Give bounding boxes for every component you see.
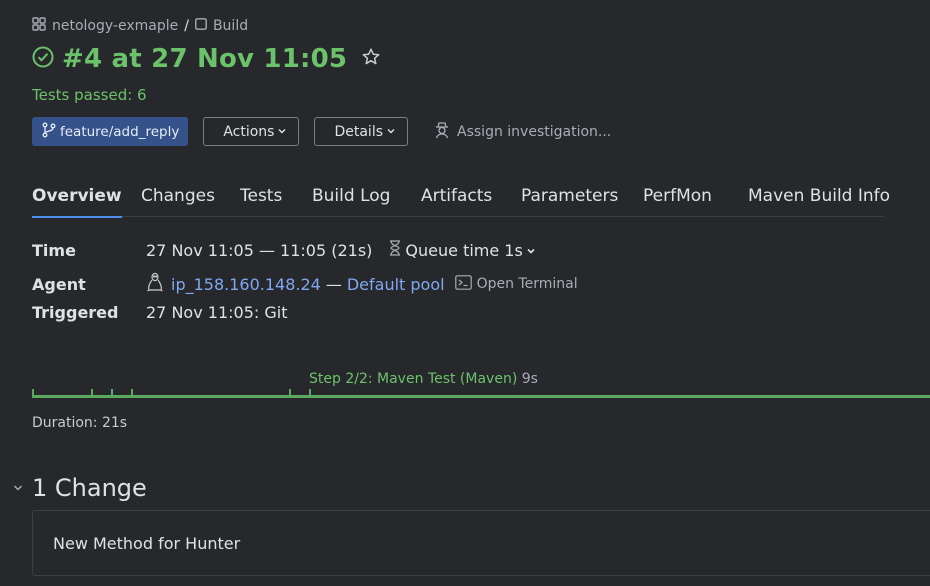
tab-changes[interactable]: Changes [141,186,215,206]
timeline-tick [91,389,93,395]
linux-icon [146,272,164,296]
queue-time-label: Queue time 1s [405,240,523,260]
open-terminal-button[interactable]: Open Terminal [454,274,578,294]
time-value: 27 Nov 11:05 — 11:05 (21s) [146,240,373,260]
chevron-down-icon [12,479,24,498]
time-row: Time 27 Nov 11:05 — 11:05 (21s) Queue ti… [32,240,536,260]
build-status-text[interactable]: Tests passed: 6 [32,86,147,104]
details-button-label: Details [334,123,384,140]
page-title: #4 at 27 Nov 11:05 [62,44,348,74]
actions-button[interactable]: Actions [203,117,300,146]
change-card[interactable]: New Method for Hunter [32,510,930,576]
timeline-tick [309,389,311,395]
breadcrumb-project-link[interactable]: netology-exmaple [52,18,178,34]
queue-time-toggle[interactable]: Queue time 1s [388,240,535,260]
agent-pool-link[interactable]: Default pool [347,275,445,294]
assign-investigation-label: Assign investigation... [457,123,612,140]
step-name: Step 2/2: Maven Test (Maven) [309,371,518,387]
details-button[interactable]: Details [314,117,409,146]
build-config-icon [195,18,207,34]
change-message: New Method for Hunter [53,534,241,553]
changes-heading: 1 Change [32,474,147,502]
tab-perfmon[interactable]: PerfMon [643,186,712,206]
hourglass-icon [388,240,402,260]
time-label: Time [32,240,76,260]
actions-button-label: Actions [223,123,275,140]
branch-badge[interactable]: feature/add_reply [32,117,189,146]
tab-tests[interactable]: Tests [240,186,282,206]
timeline-tick [289,389,291,395]
build-actions-row: feature/add_reply Actions Details Assign… [32,117,611,146]
triggered-label: Triggered [32,303,119,322]
tab-overview[interactable]: Overview [32,186,122,218]
project-icon [32,17,46,35]
chevron-down-icon [386,124,396,140]
triggered-value: 27 Nov 11:05: Git [146,303,288,322]
investigator-icon [433,121,451,143]
agent-separator: — [325,274,342,294]
star-icon[interactable] [361,47,381,71]
breadcrumb-separator: / [184,18,189,34]
agent-label: Agent [32,274,86,294]
timeline-tick [111,389,113,395]
step-label: Step 2/2: Maven Test (Maven) 9s [309,371,538,387]
triggered-row: Triggered 27 Nov 11:05: Git [32,303,287,322]
duration-text: Duration: 21s [32,415,128,431]
tab-artifacts[interactable]: Artifacts [421,186,492,206]
agent-row: Agent ip_158.160.148.24 — Default pool O… [32,272,578,296]
breadcrumb: netology-exmaple / Build [32,17,248,35]
tab-maven-build-info[interactable]: Maven Build Info [748,186,890,206]
build-tabs: Overview Changes Tests Build Log Artifac… [32,186,890,218]
build-title-row: #4 at 27 Nov 11:05 [32,44,381,74]
chevron-down-icon [526,241,536,260]
breadcrumb-build-config-link[interactable]: Build [213,18,248,34]
changes-section-header[interactable]: 1 Change [12,474,147,502]
timeline-tick [32,389,34,395]
build-timeline[interactable] [32,389,930,398]
tab-build-log[interactable]: Build Log [312,186,390,206]
branch-icon [41,122,57,142]
branch-label: feature/add_reply [60,123,180,140]
tab-parameters[interactable]: Parameters [521,186,618,206]
terminal-icon [454,274,472,294]
success-circle-icon [32,46,54,72]
chevron-down-icon [277,124,287,140]
open-terminal-label: Open Terminal [476,276,578,292]
assign-investigation-button[interactable]: Assign investigation... [433,121,611,143]
agent-name-link[interactable]: ip_158.160.148.24 [171,275,321,294]
step-duration: 9s [521,371,538,387]
timeline-tick [131,389,133,395]
